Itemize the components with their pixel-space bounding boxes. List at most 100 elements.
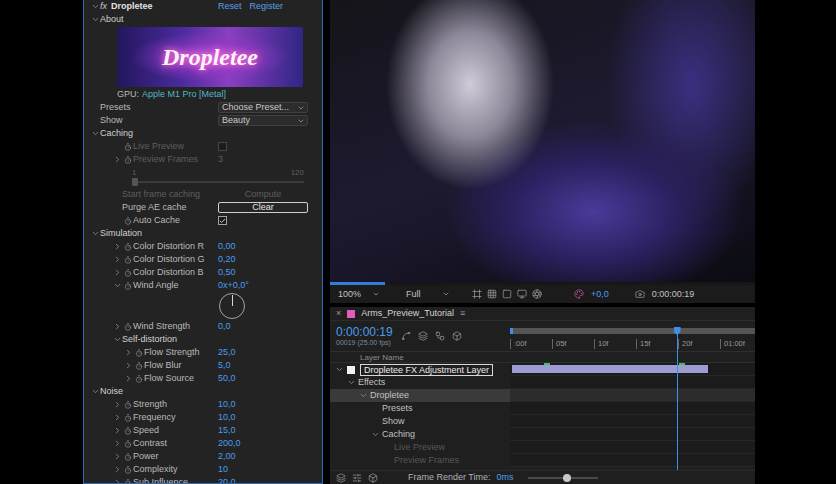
property-value[interactable]: 0,50 <box>218 267 236 278</box>
twirl-slot[interactable] <box>112 281 122 291</box>
stopwatch-icon[interactable] <box>124 143 132 151</box>
property-value[interactable]: 25,0 <box>218 347 236 358</box>
layer-row[interactable]: Dropletee FX Adjustment Layer <box>330 363 510 376</box>
twirl-slot[interactable] <box>90 2 100 12</box>
twirl-slot[interactable] <box>112 426 122 436</box>
dropdown[interactable]: Choose Preset... <box>218 102 308 113</box>
composition-frame[interactable] <box>330 0 755 282</box>
twirl-slot[interactable] <box>112 400 122 410</box>
stopwatch-icon[interactable] <box>124 269 132 277</box>
stopwatch-slot[interactable] <box>122 142 133 152</box>
layer-row[interactable]: Live Preview <box>330 441 510 454</box>
modes-icon[interactable] <box>352 473 362 483</box>
track-area[interactable]: :00f05f10f15f20f01:00f <box>510 321 755 470</box>
tab-close[interactable]: × <box>336 308 341 319</box>
property-value[interactable]: 0,20 <box>218 254 236 265</box>
chevron-right-icon[interactable] <box>113 452 122 461</box>
twirl-slot[interactable] <box>112 439 122 449</box>
layer-row[interactable]: Effects <box>330 376 510 389</box>
layer-row[interactable]: Caching <box>330 428 510 441</box>
zoom-slider[interactable] <box>528 477 598 479</box>
chevron-right-icon[interactable] <box>113 465 122 474</box>
layer-row[interactable]: Show <box>330 415 510 428</box>
layer-switches-icon[interactable] <box>336 473 346 483</box>
twirl-slot[interactable] <box>112 268 122 278</box>
layer-row[interactable]: Presets <box>330 402 510 415</box>
stopwatch-icon[interactable] <box>124 453 132 461</box>
graph-editor-icon[interactable] <box>452 331 462 341</box>
effect-group[interactable]: Simulation <box>84 227 322 240</box>
checkbox[interactable] <box>218 216 227 225</box>
stopwatch-slot[interactable] <box>122 439 133 449</box>
angle-dial[interactable] <box>219 293 245 319</box>
flowchart-icon[interactable] <box>435 331 445 341</box>
chevron-down-icon[interactable] <box>91 229 100 238</box>
transparency-icon[interactable] <box>502 289 512 299</box>
layer-duration-bar[interactable] <box>512 365 708 373</box>
tab-menu[interactable]: ≡ <box>460 308 465 319</box>
property-value[interactable]: 20,0 <box>218 477 236 484</box>
register-link[interactable]: Register <box>250 1 284 12</box>
camera-icon[interactable] <box>635 289 645 299</box>
twirl-slot[interactable] <box>112 413 122 423</box>
chevron-down-icon[interactable] <box>359 391 368 400</box>
property-value[interactable]: 0,0 <box>218 321 231 332</box>
chevron-down-icon[interactable] <box>91 15 100 24</box>
zoom-select[interactable]: 100% <box>336 289 382 300</box>
twirl-slot[interactable] <box>90 15 100 25</box>
twirl-slot[interactable] <box>90 129 100 139</box>
stopwatch-icon[interactable] <box>135 375 143 383</box>
chevron-right-icon[interactable] <box>113 255 122 264</box>
chevron-right-icon[interactable] <box>113 478 122 484</box>
property-value[interactable]: 10,0 <box>218 399 236 410</box>
stopwatch-icon[interactable] <box>124 440 132 448</box>
dropdown-arrow-icon[interactable] <box>297 117 305 125</box>
grid-icon[interactable] <box>487 289 497 299</box>
zoom-thumb[interactable] <box>563 474 571 482</box>
chevron-down-icon[interactable] <box>91 2 100 11</box>
twirl-slot[interactable] <box>112 465 122 475</box>
dropdown-arrow-icon[interactable] <box>297 104 305 112</box>
twirl-slot[interactable] <box>90 387 100 397</box>
stopwatch-slot[interactable] <box>122 216 133 226</box>
twirl-slot[interactable] <box>123 348 133 358</box>
property-value[interactable]: 10 <box>218 464 228 475</box>
chevron-right-icon[interactable] <box>124 361 133 370</box>
twirl-slot[interactable] <box>112 478 122 484</box>
stopwatch-slot[interactable] <box>122 400 133 410</box>
stopwatch-icon[interactable] <box>124 427 132 435</box>
stopwatch-slot[interactable] <box>122 322 133 332</box>
property-value[interactable]: 15,0 <box>218 425 236 436</box>
effect-group[interactable]: About <box>84 13 322 26</box>
twirl-slot[interactable] <box>90 229 100 239</box>
in-out-icon[interactable] <box>368 473 378 483</box>
chevron-right-icon[interactable] <box>124 348 133 357</box>
effect-group[interactable]: Caching <box>84 127 322 140</box>
chevron-down-icon[interactable] <box>371 430 380 439</box>
twirl-slot[interactable] <box>112 255 122 265</box>
stopwatch-icon[interactable] <box>124 479 132 484</box>
dropdown[interactable]: Beauty <box>218 115 308 126</box>
stopwatch-slot[interactable] <box>122 465 133 475</box>
twirl-slot[interactable] <box>123 374 133 384</box>
color-management-icon[interactable] <box>574 289 584 299</box>
layer-row[interactable]: Preview Frames <box>330 454 510 467</box>
stopwatch-icon[interactable] <box>124 466 132 474</box>
property-value[interactable]: 0x+0,0° <box>218 280 249 291</box>
chevron-right-icon[interactable] <box>113 439 122 448</box>
layer-swatch[interactable] <box>347 366 355 374</box>
chevron-right-icon[interactable] <box>113 268 122 277</box>
effect-group[interactable]: Noise <box>84 385 322 398</box>
property-value[interactable]: 50,0 <box>218 373 236 384</box>
stopwatch-icon[interactable] <box>124 414 132 422</box>
stopwatch-slot[interactable] <box>122 281 133 291</box>
stopwatch-slot[interactable] <box>122 268 133 278</box>
property-value[interactable]: 2,00 <box>218 451 236 462</box>
draft-3d-icon[interactable] <box>401 331 411 341</box>
property-value[interactable]: 0,00 <box>218 241 236 252</box>
stopwatch-slot[interactable] <box>122 413 133 423</box>
stopwatch-icon[interactable] <box>124 401 132 409</box>
stopwatch-slot[interactable] <box>133 348 144 358</box>
mask-icon[interactable] <box>517 289 527 299</box>
chevron-down-icon[interactable] <box>335 365 344 374</box>
